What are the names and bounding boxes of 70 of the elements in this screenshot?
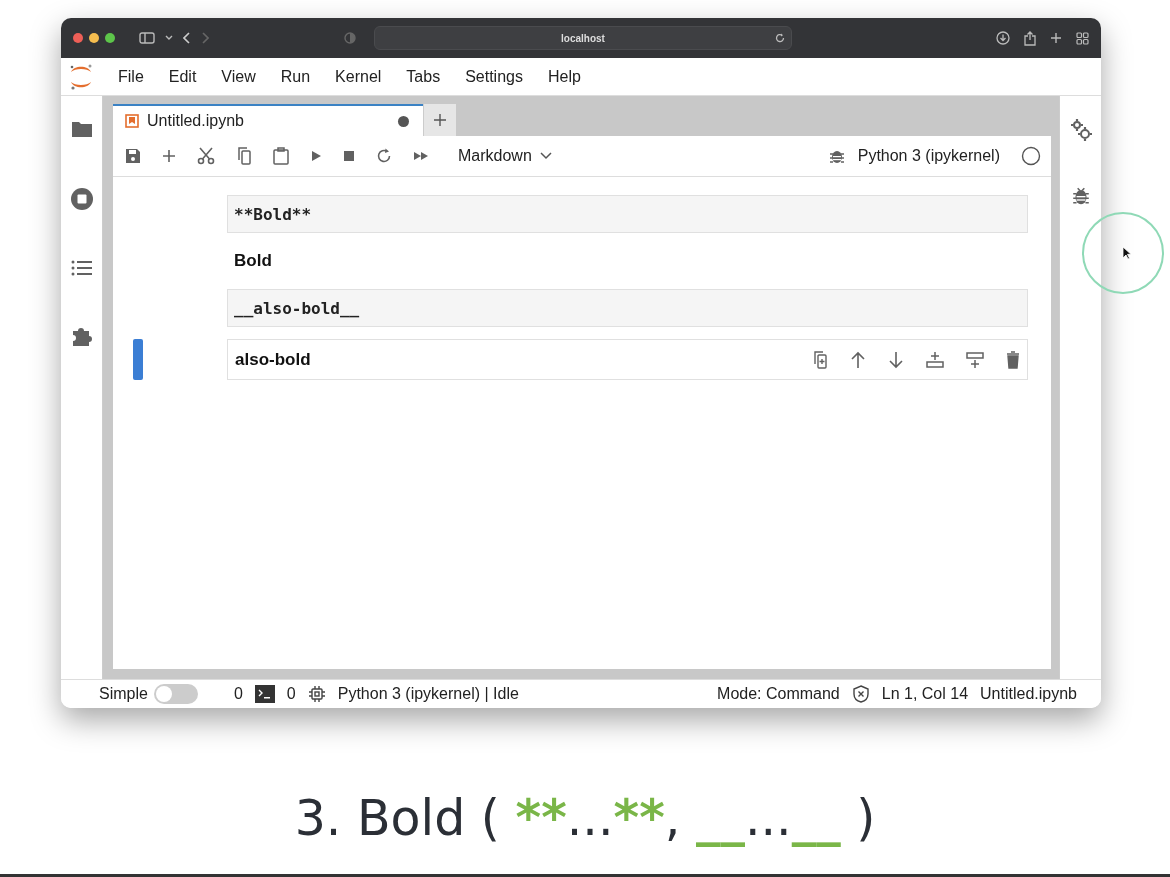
- move-down-icon[interactable]: [888, 350, 904, 369]
- menu-item[interactable]: File: [118, 67, 144, 86]
- terminal-icon[interactable]: [254, 685, 275, 703]
- kernel-idle-icon: [1021, 146, 1041, 166]
- kernel-count: 0: [286, 685, 296, 703]
- sidebar-icon[interactable]: [139, 32, 155, 44]
- kernel-name[interactable]: Python 3 (ipykernel): [857, 147, 1000, 165]
- move-up-icon[interactable]: [850, 350, 866, 369]
- mode-status: Mode: Command: [717, 685, 840, 703]
- chip-icon[interactable]: [307, 685, 326, 703]
- markdown-source[interactable]: **Bold**: [227, 195, 1028, 233]
- jupyter-logo-icon: [69, 62, 93, 91]
- fast-forward-icon[interactable]: [413, 150, 429, 162]
- copy-icon[interactable]: [236, 147, 252, 165]
- notebook-icon: [125, 114, 139, 128]
- markdown-source[interactable]: __also-bold__: [227, 289, 1028, 327]
- duplicate-icon[interactable]: [812, 350, 828, 369]
- bold-text: also-bold: [235, 349, 311, 370]
- menu-item[interactable]: View: [221, 67, 256, 86]
- bug-icon[interactable]: [1071, 186, 1090, 206]
- chevron-down-icon[interactable]: [165, 35, 173, 41]
- new-tab-button[interactable]: [423, 104, 456, 136]
- puzzle-icon[interactable]: [70, 325, 93, 347]
- insert-above-icon[interactable]: [926, 350, 944, 369]
- terminal-count: 0: [233, 685, 243, 703]
- plus-icon: [433, 113, 447, 127]
- reload-icon[interactable]: [775, 33, 785, 43]
- unsaved-dot-icon: [398, 115, 409, 127]
- share-icon[interactable]: [1024, 30, 1036, 46]
- cut-icon[interactable]: [197, 147, 215, 165]
- slide-caption: 3. Bold ( **...**, __...__ ): [293, 790, 877, 847]
- tabs-overview-icon[interactable]: [1076, 31, 1089, 45]
- download-icon[interactable]: [996, 31, 1010, 45]
- minimize-window-button[interactable]: [89, 33, 99, 43]
- close-window-button[interactable]: [73, 33, 83, 43]
- menu-item[interactable]: Tabs: [406, 67, 441, 86]
- cursor-position: Ln 1, Col 14: [881, 685, 969, 703]
- menu-item[interactable]: Kernel: [335, 67, 382, 86]
- kernel-status: Python 3 (ipykernel) | Idle: [337, 685, 519, 703]
- stop-icon[interactable]: [343, 150, 355, 162]
- menu-item[interactable]: Edit: [168, 67, 197, 86]
- bug-icon[interactable]: [828, 148, 845, 164]
- stop-circle-icon[interactable]: [69, 187, 94, 211]
- shield-x-icon[interactable]: [851, 685, 870, 703]
- file-name: Untitled.ipynb: [980, 685, 1077, 703]
- back-icon[interactable]: [183, 32, 191, 44]
- menu-item[interactable]: Settings: [465, 67, 523, 86]
- active-cell-bar[interactable]: [133, 339, 143, 380]
- cell-type-dropdown[interactable]: Markdown: [458, 147, 552, 165]
- add-icon[interactable]: [162, 149, 176, 163]
- folder-icon[interactable]: [70, 120, 93, 138]
- save-icon[interactable]: [125, 148, 141, 164]
- simple-mode-toggle[interactable]: [153, 684, 198, 704]
- gears-icon[interactable]: [1068, 118, 1093, 142]
- chevron-down-icon: [539, 152, 552, 160]
- address-bar[interactable]: localhost: [374, 26, 792, 50]
- run-icon[interactable]: [310, 150, 322, 162]
- bold-text: Bold: [234, 251, 272, 271]
- trash-icon[interactable]: [1006, 350, 1020, 369]
- list-icon[interactable]: [70, 260, 93, 276]
- plus-icon[interactable]: [1050, 32, 1062, 44]
- menu-item[interactable]: Run: [280, 67, 311, 86]
- rendered-cell[interactable]: also-bold: [227, 339, 1028, 380]
- simple-mode-label: Simple: [99, 685, 148, 703]
- restart-icon[interactable]: [376, 148, 392, 164]
- zoom-window-button[interactable]: [105, 33, 115, 43]
- notebook-tab[interactable]: Untitled.ipynb: [113, 104, 423, 136]
- paste-icon[interactable]: [273, 147, 289, 165]
- menu-item[interactable]: Help: [547, 67, 581, 86]
- insert-below-icon[interactable]: [966, 350, 984, 369]
